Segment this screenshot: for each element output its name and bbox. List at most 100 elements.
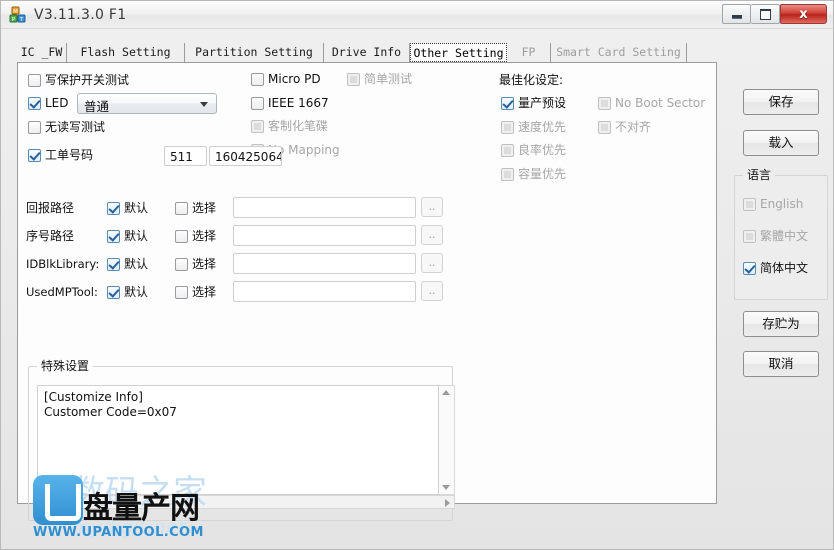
special-settings-textarea[interactable]: [Customize Info] Customer Code=0x07 [37,385,439,495]
usedmptool-path-input[interactable] [233,281,416,302]
path-row-label-idblklibrary: IDBlkLibrary: [26,257,100,271]
checkbox-usedmptool-default[interactable]: 默认 [107,284,148,301]
checkbox-language-simplified-chinese[interactable]: 简体中文 [743,260,808,277]
checkbox-no-alignment[interactable]: 不对齐 [598,119,651,136]
special-settings-vertical-scrollbar[interactable] [439,385,455,495]
window-title: V3.11.3.0 F1 [34,7,127,23]
checkbox-box [107,202,120,215]
order-number-input[interactable]: 160425064 [209,146,282,166]
checkbox-label: 默认 [124,201,149,215]
minimize-button[interactable] [722,4,751,24]
checkbox-box [501,168,514,181]
checkbox-capacity-priority[interactable]: 容量优先 [501,166,566,183]
save-button[interactable]: 保存 [743,89,819,115]
checkbox-box [107,286,120,299]
report-path-browse-button[interactable]: .. [421,197,443,217]
maximize-icon [751,5,779,23]
checkbox-label: LED [45,96,69,110]
special-settings-title: 特殊设置 [37,359,94,373]
checkbox-label: 选择 [192,285,217,299]
checkbox-label: Micro PD [268,72,321,86]
checkbox-box [598,121,611,134]
checkbox-box [743,262,756,275]
checkbox-serial-path-select[interactable]: 选择 [175,228,216,245]
tab-fp[interactable]: FP [507,43,551,62]
title-bar: M P T V3.11.3.0 F1 x [1,1,833,29]
checkbox-language-traditional-chinese[interactable]: 繁體中文 [743,228,808,245]
checkbox-label: 客制化笔碟 [268,119,329,133]
checkbox-box [28,97,41,110]
chevron-down-icon [200,102,208,107]
checkbox-label: English [760,197,804,211]
checkbox-language-english[interactable]: English [743,196,803,213]
checkbox-write-protect-switch-test[interactable]: 写保护开关测试 [28,72,129,89]
checkbox-no-readwrite-test[interactable]: 无读写测试 [28,119,105,136]
checkbox-yield-priority[interactable]: 良率优先 [501,142,566,159]
checkbox-box [28,74,41,87]
checkbox-ieee-1667[interactable]: IEEE 1667 [251,95,329,112]
maximize-button[interactable] [751,4,780,24]
checkbox-label: 速度优先 [518,120,567,134]
tab-flash-setting[interactable]: Flash Setting [67,43,185,62]
checkbox-no-boot-sector[interactable]: No Boot Sector [598,95,705,112]
checkbox-usedmptool-select[interactable]: 选择 [175,284,216,301]
report-path-input[interactable] [233,197,416,218]
tab-ic-fw[interactable]: IC _FW [17,43,67,62]
serial-path-browse-button[interactable]: .. [421,225,443,245]
checkbox-speed-priority[interactable]: 速度优先 [501,119,566,136]
special-settings-horizontal-scrollbar[interactable] [37,495,455,509]
led-mode-dropdown[interactable]: 普通 [77,93,217,114]
checkbox-label: 选择 [192,257,217,271]
checkbox-box [501,144,514,157]
led-mode-value: 普通 [84,99,110,114]
cancel-button[interactable]: 取消 [743,351,819,377]
special-settings-group: 特殊设置 [Customize Info] Customer Code=0x07 [28,359,455,521]
checkbox-box [251,120,264,133]
checkbox-box [743,230,756,243]
checkbox-box [598,97,611,110]
watermark-site-url: WWW.UPANTOOL.COM [33,525,204,540]
checkbox-box [251,73,264,86]
app-icon: M P T [9,6,27,24]
checkbox-label: IEEE 1667 [268,96,329,110]
checkbox-box [107,258,120,271]
checkbox-box [347,73,360,86]
idblklibrary-path-input[interactable] [233,253,416,274]
svg-text:M: M [13,9,18,15]
checkbox-label: 选择 [192,229,217,243]
checkbox-led[interactable]: LED [28,95,69,112]
checkbox-label: No Boot Sector [615,96,706,110]
checkbox-label: 默认 [124,257,149,271]
checkbox-report-path-select[interactable]: 选择 [175,200,216,217]
tab-smart-card-setting[interactable]: Smart Card Setting [551,43,687,62]
checkbox-micro-pd[interactable]: Micro PD [251,71,321,88]
checkbox-serial-path-default[interactable]: 默认 [107,228,148,245]
checkbox-box [28,149,41,162]
checkbox-label: 无读写测试 [45,120,106,134]
tab-drive-info[interactable]: Drive Info [324,43,410,62]
checkbox-box [175,258,188,271]
checkbox-idblklibrary-select[interactable]: 选择 [175,256,216,273]
path-row-label-usedmptool: UsedMPTool: [26,285,98,299]
checkbox-simple-test[interactable]: 简单测试 [347,71,412,88]
checkbox-label: 简体中文 [760,261,809,275]
checkbox-order-number[interactable]: 工单号码 [28,147,93,164]
order-number-prefix-input[interactable]: 511 [164,146,207,166]
usedmptool-browse-button[interactable]: .. [421,281,443,301]
checkbox-idblklibrary-default[interactable]: 默认 [107,256,148,273]
close-button[interactable]: x [780,4,827,24]
checkbox-label: 工单号码 [45,148,94,162]
serial-path-input[interactable] [233,225,416,246]
checkbox-customized-pen-drive[interactable]: 客制化笔碟 [251,118,328,135]
checkbox-label: 容量优先 [518,167,567,181]
load-button[interactable]: 载入 [743,130,819,156]
checkbox-massproduction-preset[interactable]: 量产预设 [501,95,566,112]
tab-other-setting[interactable]: Other Setting [410,43,507,62]
language-group-title: 语言 [743,168,776,182]
idblklibrary-browse-button[interactable]: .. [421,253,443,273]
checkbox-report-path-default[interactable]: 默认 [107,200,148,217]
checkbox-label: 默认 [124,229,149,243]
save-as-button[interactable]: 存贮为 [743,311,819,337]
checkbox-box [28,121,41,134]
tab-partition-setting[interactable]: Partition Setting [185,43,324,62]
